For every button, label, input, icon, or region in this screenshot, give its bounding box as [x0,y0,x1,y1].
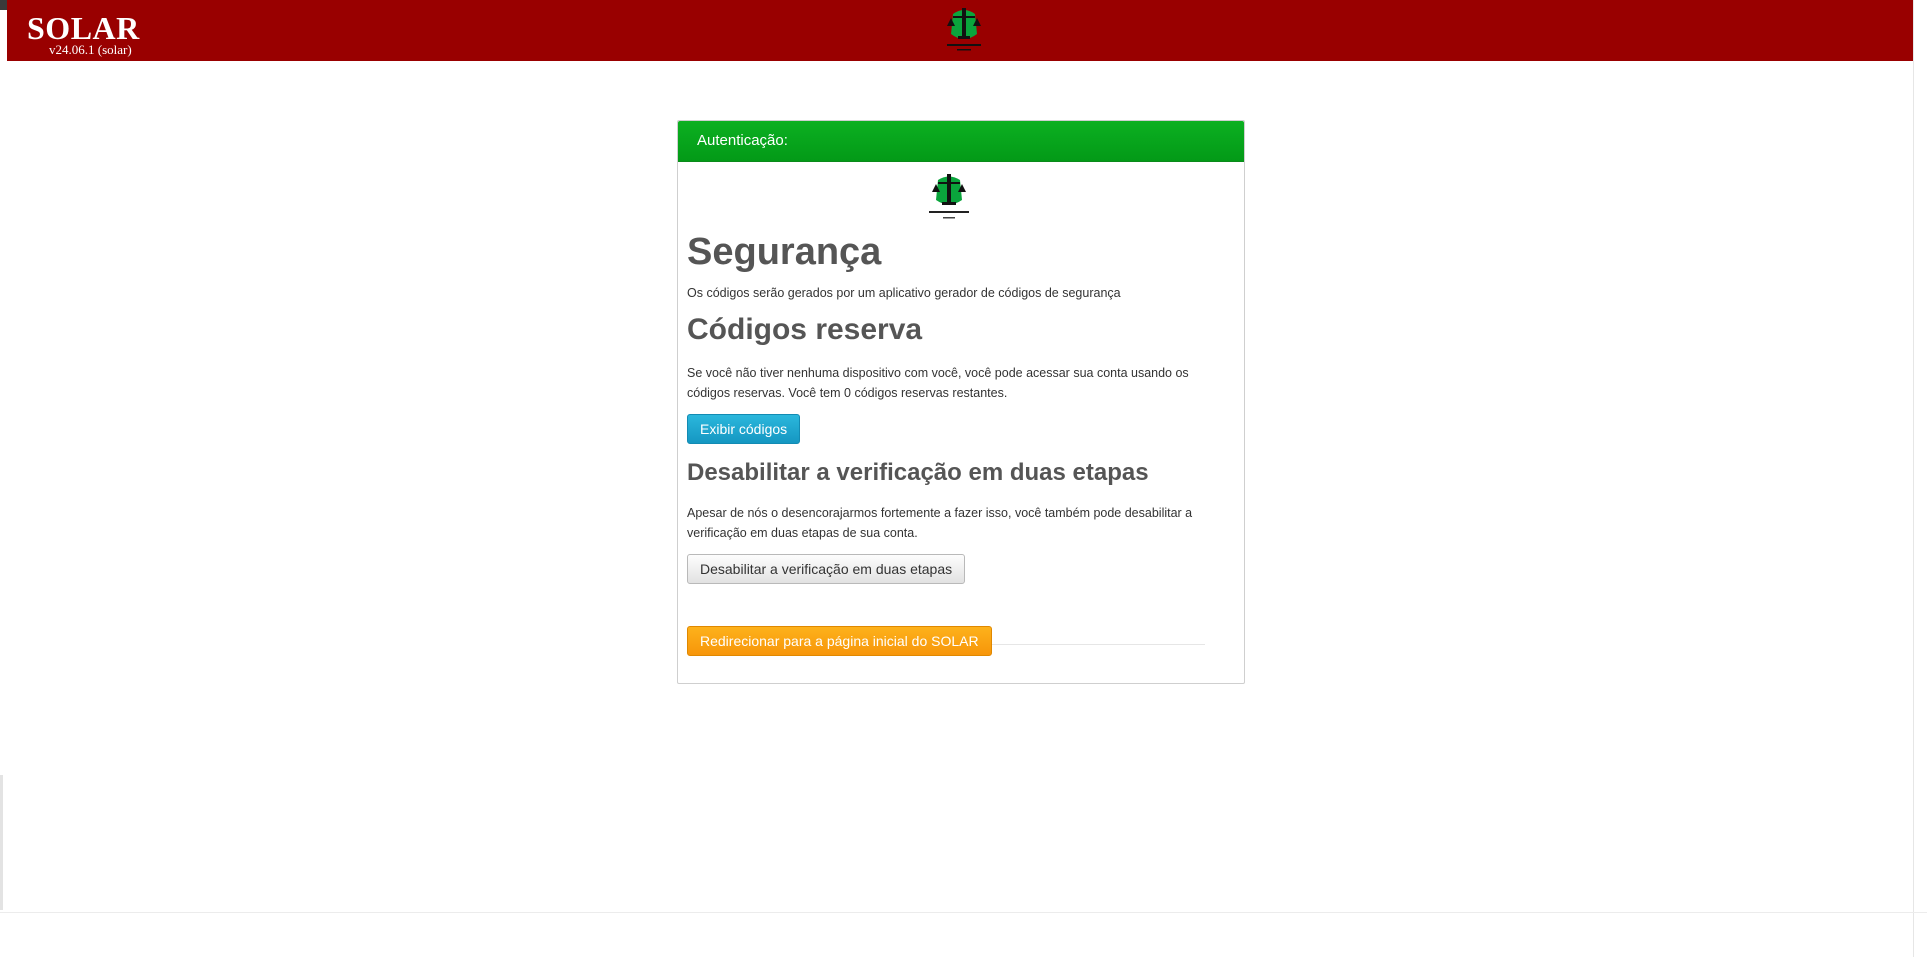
security-title: Segurança [687,231,882,273]
top-bar: SOLAR v24.06.1 (solar) [7,0,1913,61]
security-description: Os códigos serão gerados por um aplicati… [687,286,1121,300]
left-edge-line [0,775,3,910]
brand-title[interactable]: SOLAR [27,10,140,46]
disable-2fa-title: Desabilitar a verificação em duas etapas [687,459,1149,486]
version-label: v24.06.1 (solar) [49,42,132,57]
panel-header: Autenticação: [678,121,1244,162]
disable-2fa-description: Apesar de nós o desencorajarmos fortemen… [687,506,1193,540]
redirect-home-button[interactable]: Redirecionar para a página inicial do SO… [687,626,992,656]
bottom-edge-line [0,912,1927,913]
disable-2fa-button[interactable]: Desabilitar a verificação em duas etapas [687,554,966,584]
page: SOLAR v24.06.1 (solar) Autenticação: Seg… [0,0,1927,957]
show-codes-button[interactable]: Exibir códigos [687,414,801,444]
right-edge-line [1913,0,1914,957]
defensoria-logo-icon [929,174,969,219]
backup-codes-title: Códigos reserva [687,313,923,346]
defensoria-logo-icon [939,4,989,56]
authentication-panel: Autenticação: Segurança Os códigos serão… [677,120,1245,684]
corner-mark [0,0,7,10]
backup-codes-description: Se você não tiver nenhuma dispositivo co… [687,366,1189,400]
